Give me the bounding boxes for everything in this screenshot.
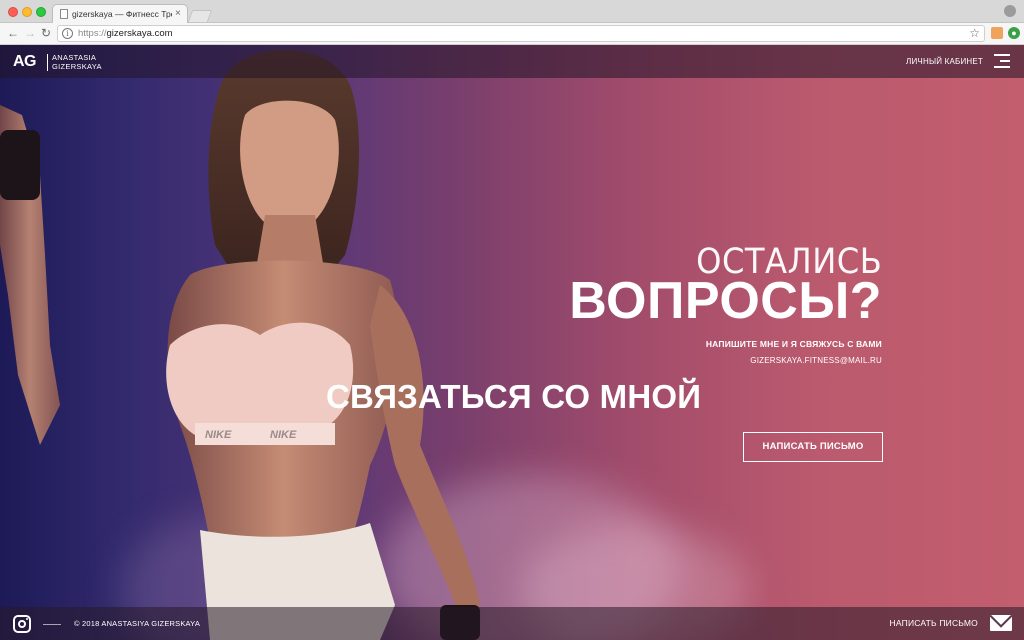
forward-button[interactable]: → xyxy=(24,26,36,40)
copyright-text: © 2018 ANASTASIYA GIZERSKAYA xyxy=(74,619,201,628)
url-host: gizerskaya.com xyxy=(106,28,173,39)
logo-name-line2: GIZERSKAYA xyxy=(52,62,102,71)
contact-heading: СВЯЗАТЬСЯ СО МНОЙ xyxy=(326,378,702,415)
logo-mark: AG xyxy=(13,53,37,70)
instagram-icon[interactable] xyxy=(13,615,31,633)
star-icon[interactable]: ☆ xyxy=(969,26,980,40)
url-scheme: https:// xyxy=(78,28,107,39)
model-photo: NIKE NIKE xyxy=(0,49,480,640)
tab-title: gizerskaya — Фитнесс Трене xyxy=(72,9,172,19)
new-tab-button[interactable] xyxy=(187,10,213,22)
menu-icon[interactable] xyxy=(994,54,1010,68)
document-icon xyxy=(60,9,68,19)
hero-page: NIKE NIKE AG ANASTASIA GIZERSKAYA ЛИЧНЫЙ … xyxy=(0,45,1024,640)
extension-icon[interactable] xyxy=(991,27,1003,39)
footer-write-link[interactable]: НАПИСАТЬ ПИСЬМО xyxy=(890,618,978,628)
close-window-button[interactable] xyxy=(8,7,18,17)
heading-bold: ВОПРОСЫ? xyxy=(569,272,882,330)
minimize-window-button[interactable] xyxy=(22,7,32,17)
footer-divider xyxy=(43,624,61,625)
tab-close-icon[interactable]: × xyxy=(175,8,181,19)
logo-divider xyxy=(47,54,48,71)
contact-email[interactable]: GIZERSKAYA.FITNESS@MAIL.RU xyxy=(750,356,882,365)
info-icon[interactable]: i xyxy=(62,28,73,39)
back-button[interactable]: ← xyxy=(7,26,19,40)
svg-text:NIKE: NIKE xyxy=(205,429,232,441)
address-bar[interactable]: i https://gizerskaya.com ☆ xyxy=(57,25,985,42)
browser-toolbar: ← → ↻ i https://gizerskaya.com ☆ xyxy=(0,23,1024,45)
extension-icon[interactable]: ● xyxy=(1008,27,1020,39)
browser-titlebar: gizerskaya — Фитнесс Трене × xyxy=(0,0,1024,24)
personal-cabinet-link[interactable]: ЛИЧНЫЙ КАБИНЕТ xyxy=(906,57,983,66)
logo-name-line1: ANASTASIA xyxy=(52,53,97,62)
site-footer: © 2018 ANASTASIYA GIZERSKAYA НАПИСАТЬ ПИ… xyxy=(0,607,1024,640)
svg-text:NIKE: NIKE xyxy=(270,429,297,441)
url-text: https://gizerskaya.com xyxy=(78,28,173,39)
site-header: AG ANASTASIA GIZERSKAYA ЛИЧНЫЙ КАБИНЕТ xyxy=(0,45,1024,78)
hero-subtitle: НАПИШИТЕ МНЕ И Я СВЯЖУСЬ С ВАМИ xyxy=(705,339,882,349)
write-letter-button[interactable]: НАПИСАТЬ ПИСЬМО xyxy=(743,432,883,462)
maximize-window-button[interactable] xyxy=(36,7,46,17)
profile-icon[interactable] xyxy=(1004,5,1016,17)
mail-icon[interactable] xyxy=(990,615,1012,631)
reload-button[interactable]: ↻ xyxy=(41,26,51,40)
browser-tab[interactable]: gizerskaya — Фитнесс Трене × xyxy=(52,4,188,24)
logo-name: ANASTASIA GIZERSKAYA xyxy=(52,53,122,71)
